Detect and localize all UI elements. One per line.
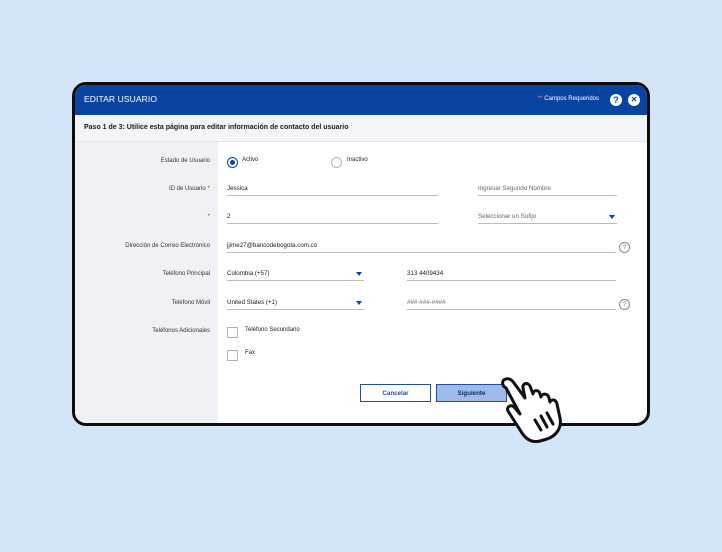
suffix-select[interactable]: Seleccionar un Sufijo [478, 211, 617, 224]
main-phone-country-value: Colombia (+57) [227, 270, 270, 277]
label-required-unnamed: * [83, 214, 218, 220]
last-name-input[interactable]: 2 [227, 211, 438, 224]
mobile-phone-country-value: United States (+1) [227, 299, 278, 306]
help-icon[interactable]: ? [610, 94, 622, 106]
middle-name-input[interactable]: Ingresar Segundo Nombre [478, 183, 617, 196]
label-telefonos-adicionales: Teléfonos Adicionales [152, 328, 210, 334]
dialog-header: EDITAR USUARIO ** Campos Requeridos ? ✕ [75, 85, 647, 115]
chevron-down-icon [609, 215, 615, 219]
mobile-phone-input[interactable]: ###-###-#### [407, 297, 616, 310]
required-mark: ** [537, 96, 543, 102]
fax-checkbox[interactable] [227, 350, 238, 361]
chevron-down-icon [356, 272, 362, 276]
main-phone-input[interactable]: 313 4409434 [407, 268, 616, 281]
status-activo-radio[interactable] [227, 157, 238, 168]
secondary-phone-checkbox[interactable] [227, 327, 238, 338]
status-inactivo-radio[interactable] [331, 157, 342, 168]
cancel-button[interactable]: Cancelar [360, 384, 431, 402]
step-instructions: Paso 1 de 3: Utilice esta página para ed… [84, 124, 349, 131]
main-phone-country-select[interactable]: Colombia (+57) [227, 268, 364, 281]
label-telefono-principal: Teléfono Principal [162, 271, 210, 277]
edit-user-dialog: EDITAR USUARIO ** Campos Requeridos ? ✕ P… [72, 82, 650, 426]
close-icon[interactable]: ✕ [628, 94, 640, 106]
status-inactivo-label: Inactivo [347, 157, 368, 163]
status-activo-label: Activo [242, 157, 259, 163]
label-email: Dirección de Correo Electrónico [125, 243, 210, 249]
label-telefono-movil: Teléfono Móvil [171, 300, 210, 306]
next-button[interactable]: Siguiente [436, 384, 507, 402]
label-estado-usuario: Estado de Usuario [160, 158, 210, 164]
step-instructions-bar: Paso 1 de 3: Utilice esta página para ed… [75, 115, 647, 142]
required-star: * [207, 214, 210, 220]
label-id-usuario: ID de Usuario * [168, 186, 210, 192]
fax-label: Fax [245, 350, 256, 356]
hand-pointer-icon [501, 377, 562, 443]
required-star: * [207, 186, 210, 192]
help-icon[interactable]: ? [619, 242, 630, 253]
secondary-phone-label: Teléfono Secundario [245, 327, 300, 333]
email-field[interactable]: jjime27@bancodebogota.com.co [227, 240, 616, 253]
suffix-select-value: Seleccionar un Sufijo [478, 213, 537, 220]
chevron-down-icon [356, 301, 362, 305]
dialog-title: EDITAR USUARIO [84, 94, 158, 104]
required-fields-label: Campos Requeridos [544, 96, 599, 102]
mobile-phone-country-select[interactable]: United States (+1) [227, 297, 364, 310]
labels-column: Estado de Usuario ID de Usuario * * Direc… [75, 142, 218, 423]
help-icon[interactable]: ? [619, 299, 630, 310]
required-fields-legend: ** Campos Requeridos [538, 96, 599, 102]
first-name-input[interactable]: Jessica [227, 183, 438, 196]
